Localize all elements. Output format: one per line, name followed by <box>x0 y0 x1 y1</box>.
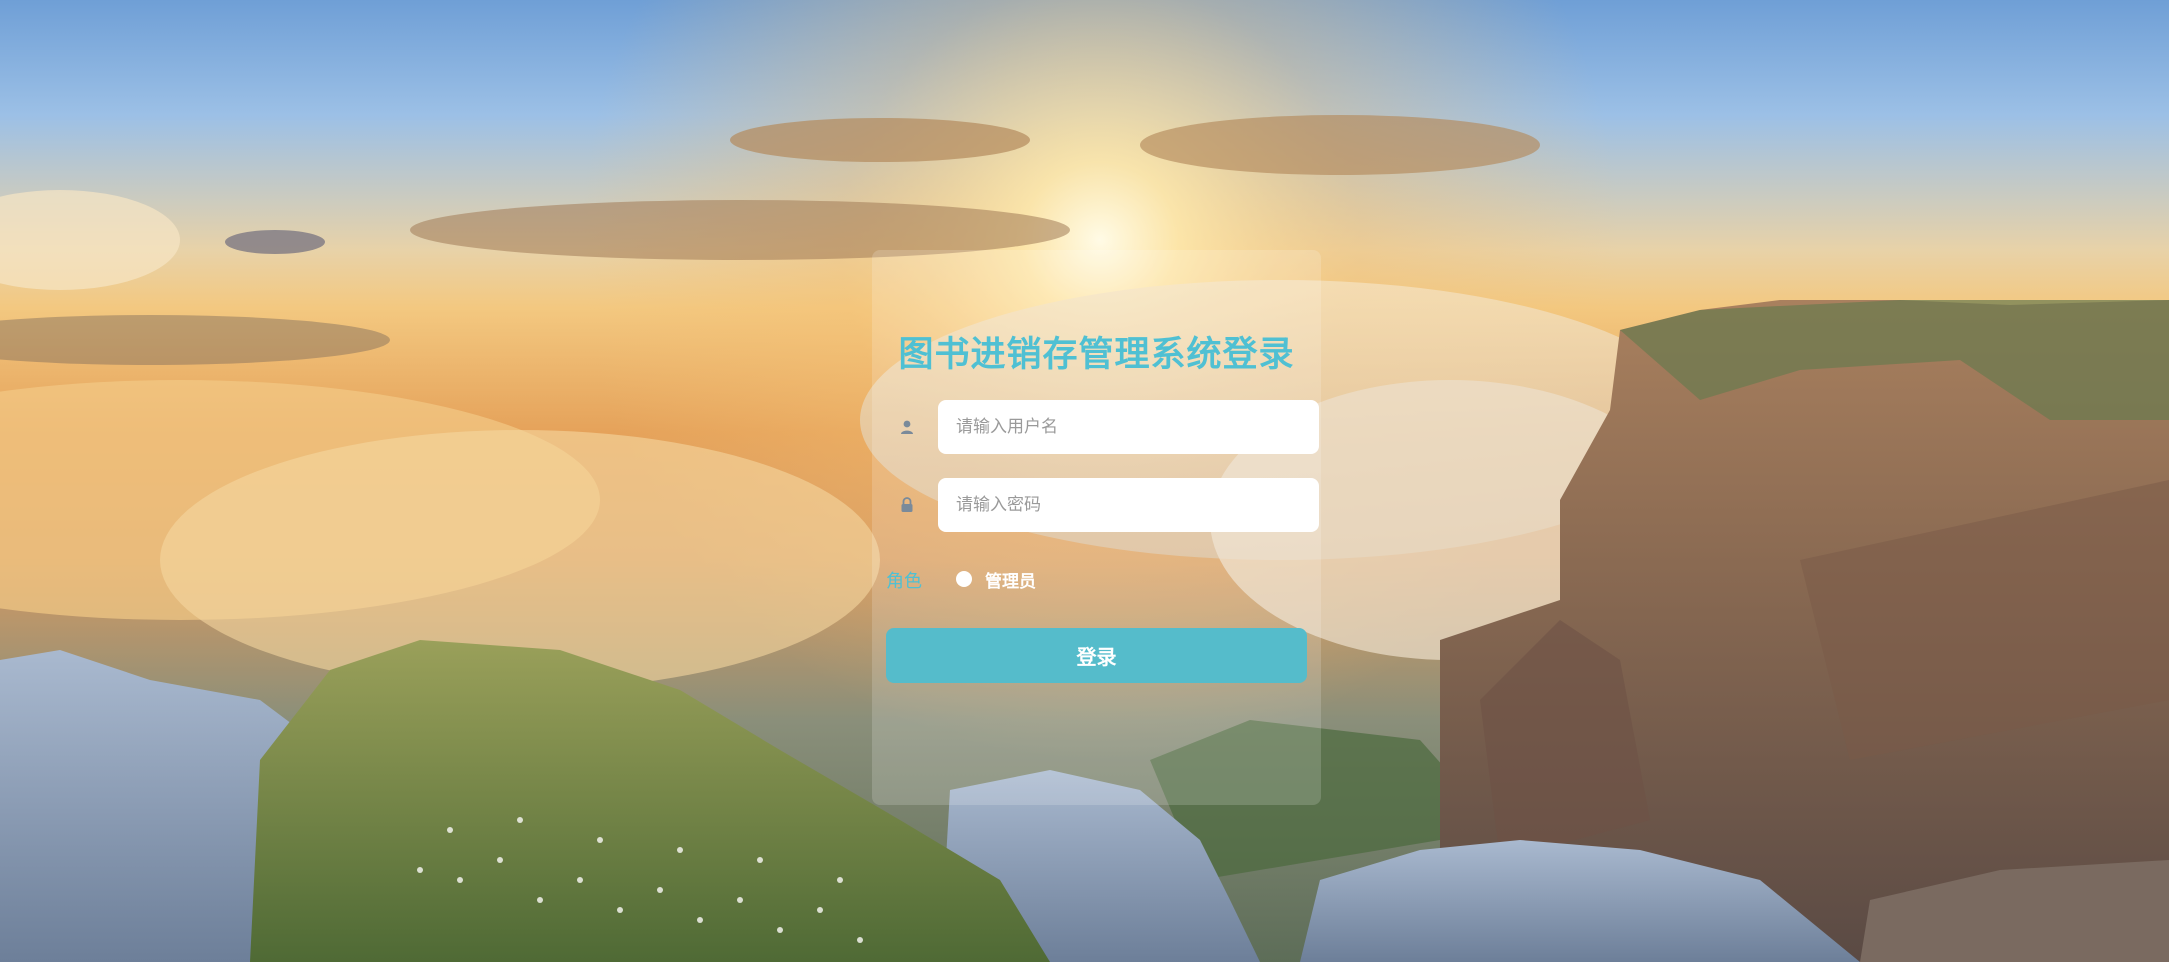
role-radio-admin[interactable] <box>956 571 972 587</box>
role-row: 角色 管理员 <box>886 564 1307 594</box>
login-panel: 图书进销存管理系统登录 角色 管理员 登录 <box>872 250 1321 805</box>
role-option-label[interactable]: 管理员 <box>985 567 1036 592</box>
username-input[interactable] <box>938 400 1319 454</box>
password-row <box>886 478 1319 532</box>
role-label: 角色 <box>886 571 922 592</box>
login-button[interactable]: 登录 <box>886 628 1307 683</box>
login-title: 图书进销存管理系统登录 <box>898 335 1295 375</box>
lock-icon <box>898 496 916 514</box>
password-input[interactable] <box>938 478 1319 532</box>
username-row <box>886 400 1319 454</box>
user-icon <box>898 418 916 436</box>
